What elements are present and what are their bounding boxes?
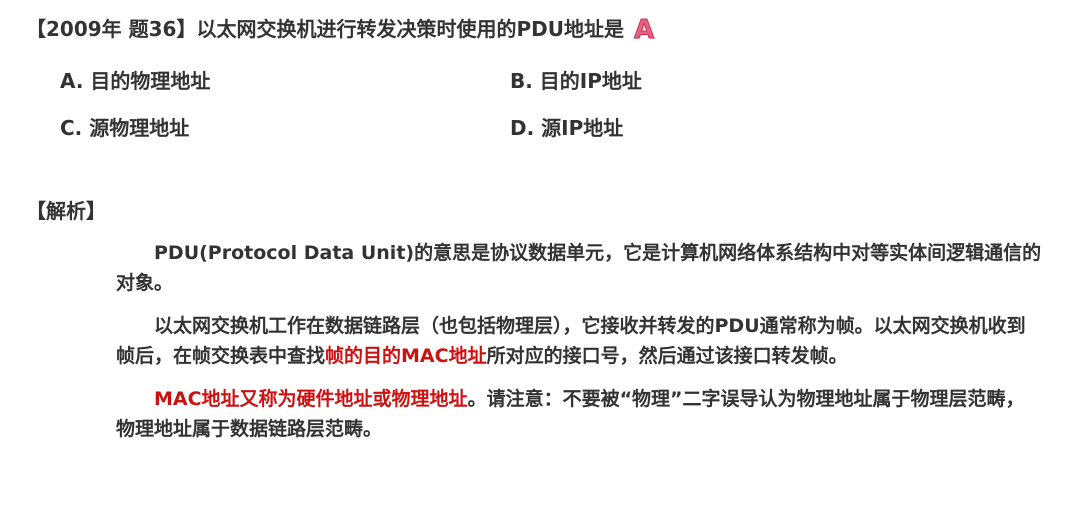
question-line: 【2009年 题36】以太网交换机进行转发决策时使用的PDU地址是 A <box>26 14 655 46</box>
analysis-body: PDU(Protocol Data Unit)的意思是协议数据单元，它是计算机网… <box>116 238 1042 457</box>
analysis-p2-text-b: 所对应的接口号，然后通过该接口转发帧。 <box>486 345 848 367</box>
question-text: 【2009年 题36】以太网交换机进行转发决策时使用的PDU地址是 <box>26 17 624 41</box>
analysis-p3-highlight: MAC地址又称为硬件地址或物理地址 <box>154 388 468 410</box>
option-b: B. 目的IP地址 <box>510 69 642 93</box>
analysis-p1-text: PDU(Protocol Data Unit)的意思是协议数据单元，它是计算机网… <box>116 242 1042 294</box>
analysis-heading: 【解析】 <box>26 199 106 223</box>
analysis-p2-highlight: 帧的目的MAC地址 <box>325 345 487 367</box>
answer-letter: A <box>633 15 655 46</box>
analysis-paragraph-2: 以太网交换机工作在数据链路层（也包括物理层），它接收并转发的PDU通常称为帧。以… <box>116 311 1042 371</box>
option-a: A. 目的物理地址 <box>60 69 211 93</box>
analysis-paragraph-1: PDU(Protocol Data Unit)的意思是协议数据单元，它是计算机网… <box>116 238 1042 298</box>
option-d: D. 源IP地址 <box>510 116 624 140</box>
option-c: C. 源物理地址 <box>60 116 190 140</box>
analysis-paragraph-3: MAC地址又称为硬件地址或物理地址。请注意：不要被“物理”二字误导认为物理地址属… <box>116 384 1042 444</box>
